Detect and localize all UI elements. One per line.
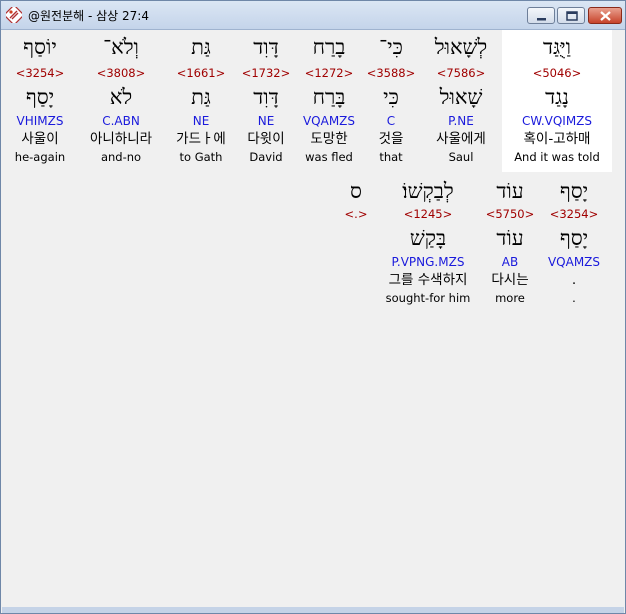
word-column[interactable]: יָסַף <3254> יָסַף VQAMZS . . <box>540 176 608 308</box>
word-column[interactable]: גַּת <1661> גַּת NE 가드ㅏ에 to Gath <box>166 30 236 172</box>
word-column[interactable]: לְבַקְשׁוֹ׃ <1245> בָּקַשׁ P.VPNG.MZS 그를… <box>376 176 480 308</box>
close-icon <box>600 11 611 21</box>
hebrew-root: לֹא <box>109 85 133 109</box>
strong-number[interactable]: <3254> <box>4 66 76 80</box>
hebrew-root: שָׁאוּל <box>439 85 483 109</box>
strong-number[interactable]: <7586> <box>420 66 502 80</box>
window-bottom-border <box>2 607 624 613</box>
minimize-icon <box>537 18 546 21</box>
word-column[interactable]: לְשָׁאוּל <7586> שָׁאוּל P.NE 사울에게 Saul <box>420 30 502 172</box>
strong-number[interactable]: <1245> <box>376 207 480 221</box>
close-button[interactable] <box>588 7 622 24</box>
parsing-code: NE <box>192 114 210 128</box>
word-column[interactable]: כִּי־ <3588> כִּי C 것을 that <box>362 30 420 172</box>
word-column[interactable]: וְלֹא־ <3808> לֹא C.ABN 아니하니라 and-no <box>76 30 166 172</box>
strong-number[interactable]: <.> <box>336 207 376 221</box>
korean-gloss: 도망한 <box>310 131 348 147</box>
word-column[interactable]: עוֹד <5750> עוֹד AB 다시는 more <box>480 176 540 308</box>
maximize-icon <box>566 11 578 21</box>
window-title: @원전분해 - 삼상 27:4 <box>28 9 149 23</box>
parsing-code: VQAMZS <box>302 114 356 128</box>
english-gloss: David <box>249 150 283 164</box>
korean-gloss: 사울이 <box>21 131 59 147</box>
hebrew-word: דָּוִד <box>253 35 279 59</box>
korean-gloss: 아니하니라 <box>89 131 153 147</box>
strong-number[interactable]: <5750> <box>480 207 540 221</box>
parsing-code: VQAMZS <box>547 255 601 269</box>
word-column[interactable]: בָרַח <1272> בָּרַח VQAMZS 도망한 was fled <box>296 30 362 172</box>
korean-gloss: . <box>571 272 577 288</box>
parsing-code: AB <box>501 255 519 269</box>
parsing-code: VHIMZS <box>16 114 64 128</box>
english-gloss: Saul <box>448 150 474 164</box>
strong-number[interactable]: <5046> <box>502 66 612 80</box>
parsing-code: C <box>386 114 396 128</box>
hebrew-root: בָּרַח <box>312 85 346 109</box>
hebrew-root: נָגַד <box>545 85 569 109</box>
korean-gloss: 다시는 <box>491 272 529 288</box>
hebrew-root: גַּת <box>191 85 211 109</box>
hebrew-word: כִּי־ <box>379 35 403 59</box>
korean-gloss: 것을 <box>378 131 404 147</box>
hebrew-word: וְלֹא־ <box>103 35 139 59</box>
parsing-code: P.NE <box>448 114 474 128</box>
korean-gloss: 사울에게 <box>436 131 486 147</box>
english-gloss: was fled <box>305 150 353 164</box>
english-gloss: And it was told <box>514 150 600 164</box>
hebrew-word: עוֹד <box>496 179 524 203</box>
korean-gloss: 혹이-고하매 <box>523 131 591 147</box>
hebrew-word: ס <box>350 179 362 203</box>
app-window: @원전분해 - 삼상 27:4 וַיֻּגַּד <5046> נָגַד C… <box>0 0 626 614</box>
word-column[interactable]: ס <.> <box>336 176 376 308</box>
english-gloss: sought-for him <box>385 291 471 305</box>
parsing-code: C.ABN <box>102 114 140 128</box>
hebrew-word: בָרַח <box>312 35 346 59</box>
hebrew-word: יוֹסַף <box>23 35 57 59</box>
hebrew-word: לְשָׁאוּל <box>434 35 488 59</box>
strong-number[interactable]: <3254> <box>540 207 608 221</box>
hebrew-word: גַּת <box>191 35 211 59</box>
parsing-code: P.VPNG.MZS <box>391 255 465 269</box>
word-column[interactable]: וַיֻּגַּד <5046> נָגַד CW.VQIMZS 혹이-고하매 … <box>502 30 612 172</box>
hebrew-root: יָסַף <box>559 226 589 250</box>
hebrew-word: לְבַקְשׁוֹ׃ <box>402 179 454 203</box>
strong-number[interactable]: <1732> <box>236 66 296 80</box>
strong-number[interactable]: <3588> <box>362 66 420 80</box>
english-gloss: . <box>572 291 576 305</box>
word-column[interactable]: יוֹסַף <3254> יָסַף VHIMZS 사울이 he-again <box>4 30 76 172</box>
english-gloss: he-again <box>14 150 66 164</box>
english-gloss: more <box>495 291 525 305</box>
strong-number[interactable]: <3808> <box>76 66 166 80</box>
english-gloss: that <box>379 150 403 164</box>
english-gloss: and-no <box>100 150 142 164</box>
strong-number[interactable]: <1272> <box>296 66 362 80</box>
parsing-code: NE <box>257 114 275 128</box>
app-logo-icon <box>6 7 22 23</box>
korean-gloss: 그를 수색하지 <box>388 272 468 288</box>
interlinear-view: וַיֻּגַּד <5046> נָגַד CW.VQIMZS 혹이-고하매 … <box>2 30 624 610</box>
minimize-button[interactable] <box>527 7 555 24</box>
hebrew-root: עוֹד <box>496 226 524 250</box>
korean-gloss: 다윗이 <box>247 131 285 147</box>
hebrew-root: יָסַף <box>25 85 55 109</box>
hebrew-root: כִּי <box>383 85 399 109</box>
maximize-button[interactable] <box>557 7 585 24</box>
title-bar[interactable]: @원전분해 - 삼상 27:4 <box>1 1 625 30</box>
english-gloss: to Gath <box>179 150 223 164</box>
hebrew-root: בָּקַשׁ <box>409 226 447 250</box>
parsing-code: CW.VQIMZS <box>521 114 593 128</box>
hebrew-root: דָּוִד <box>253 85 279 109</box>
hebrew-word: יָסַף <box>559 179 589 203</box>
word-column[interactable]: דָּוִד <1732> דָּוִד NE 다윗이 David <box>236 30 296 172</box>
strong-number[interactable]: <1661> <box>166 66 236 80</box>
hebrew-word: וַיֻּגַּד <box>543 35 571 59</box>
korean-gloss: 가드ㅏ에 <box>176 131 226 147</box>
